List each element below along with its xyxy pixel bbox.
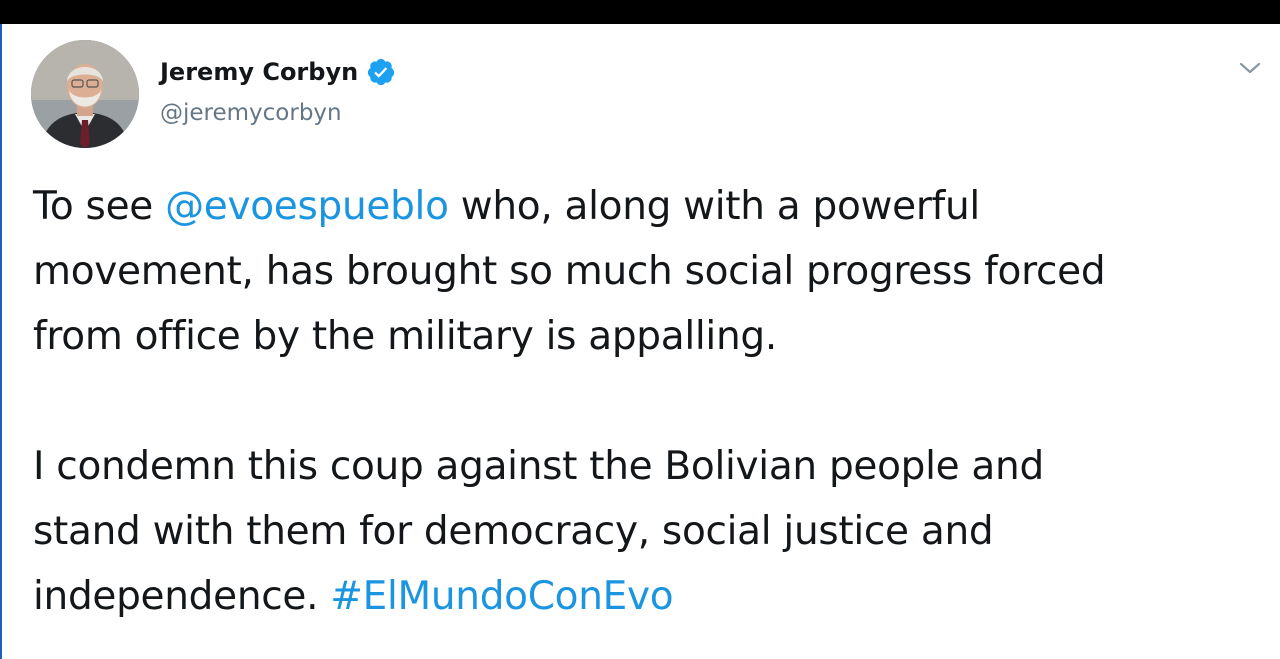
tweet-line: stand with them for democracy, social ju… — [33, 509, 994, 554]
author-handle[interactable]: @jeremycorbyn — [160, 100, 342, 126]
hashtag-link[interactable]: #ElMundoConEvo — [330, 574, 673, 619]
tweet-line: from office by the military is appalling… — [33, 314, 777, 359]
tweet-text-segment: To see — [33, 184, 166, 229]
avatar[interactable] — [31, 40, 139, 148]
author-name-row: Jeremy Corbyn — [160, 57, 396, 87]
tweet-card: Jeremy Corbyn @jeremycorbyn To see @evoe… — [0, 24, 1280, 659]
tweet-paragraph: To see @evoespueblo who, along with a po… — [33, 174, 1273, 369]
tweet-text-segment: independence. — [33, 574, 331, 619]
mention-link[interactable]: @evoespueblo — [165, 184, 449, 229]
tweet-line: movement, has brought so much social pro… — [33, 249, 1106, 294]
tweet-text-segment: who, along with a powerful — [448, 184, 981, 229]
verified-badge-icon — [368, 58, 395, 86]
tweet-line: I condemn this coup against the Bolivian… — [33, 444, 1044, 489]
tweet-line: To see @evoespueblo who, along with a po… — [33, 174, 1273, 239]
tweet-text: To see @evoespueblo who, along with a po… — [33, 174, 1273, 629]
author-display-name[interactable]: Jeremy Corbyn — [160, 58, 358, 86]
chevron-down-icon[interactable] — [1236, 58, 1264, 78]
top-black-bar — [0, 0, 1280, 24]
tweet-line: independence. #ElMundoConEvo — [33, 564, 1273, 629]
tweet-paragraph: I condemn this coup against the Bolivian… — [33, 434, 1273, 629]
avatar-image — [31, 40, 139, 148]
